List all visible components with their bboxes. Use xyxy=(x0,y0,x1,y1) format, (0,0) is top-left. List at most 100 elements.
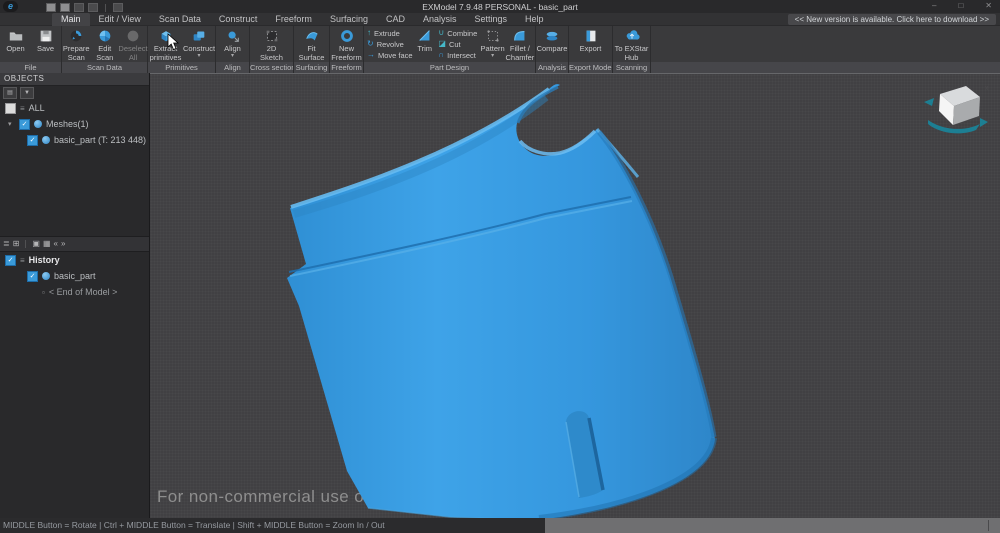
intersect-button[interactable]: ∩Intersect xyxy=(438,51,477,60)
edit-scan-button[interactable]: Edit Scan xyxy=(91,26,120,62)
fit-surface-button[interactable]: Fit Surface xyxy=(296,26,328,62)
menu-surfacing[interactable]: Surfacing xyxy=(321,13,377,26)
objects-filter-button[interactable]: ▼ xyxy=(20,87,34,99)
exstar-hub-button[interactable]: To EXStar Hub xyxy=(614,26,650,62)
checkbox[interactable]: ✓ xyxy=(27,135,38,146)
history-step-button-1[interactable]: ▣ xyxy=(32,239,40,249)
menu-settings[interactable]: Settings xyxy=(466,13,517,26)
menu-scan-data[interactable]: Scan Data xyxy=(150,13,210,26)
viewport-3d[interactable]: For non-commercial use only xyxy=(150,73,1000,518)
update-notification[interactable]: << New version is available. Click here … xyxy=(788,14,996,25)
button-label: Fit Surface xyxy=(299,45,325,62)
checkbox[interactable] xyxy=(5,103,16,114)
align-button[interactable]: Align ▾ xyxy=(217,26,249,62)
end-marker-icon: ▫ xyxy=(42,288,45,297)
tree-label: < End of Model > xyxy=(49,287,118,297)
tree-item-end-of-model[interactable]: ▫ < End of Model > xyxy=(0,284,149,300)
menu-main[interactable]: Main xyxy=(52,13,90,26)
button-label: New Freeform xyxy=(331,45,361,62)
mouse-cursor xyxy=(167,33,179,51)
menu-edit-view[interactable]: Edit / View xyxy=(90,13,150,26)
ribbon-group-surfacing: Fit Surface Surfacing xyxy=(294,26,330,73)
pattern-button[interactable]: Pattern ▾ xyxy=(481,26,505,62)
ribbon-group-part-design: ↑Extrude ↻Revolve →Move face Trim ∪Combi… xyxy=(364,26,536,73)
viewcube-left-arrow xyxy=(924,98,934,106)
ribbon-group-label: Cross sections xyxy=(250,62,293,73)
close-button[interactable]: ✕ xyxy=(985,1,992,10)
tree-label: Meshes(1) xyxy=(46,119,89,129)
resize-grip[interactable] xyxy=(988,520,989,531)
export-icon xyxy=(583,28,599,44)
ribbon: Open Save File Prepare Scan Edit Scan De… xyxy=(0,26,1000,73)
history-tree-button[interactable]: ⊞ xyxy=(13,239,20,249)
history-step-button-2[interactable]: ▦ xyxy=(43,239,51,249)
tree-item-history[interactable]: ✓ ≡ History xyxy=(0,252,149,268)
checkbox[interactable]: ✓ xyxy=(5,255,16,266)
objects-list-view-button[interactable]: ▤ xyxy=(3,87,17,99)
ribbon-group-export-model: Export Export Model xyxy=(569,26,613,73)
construct-icon xyxy=(191,28,207,44)
button-label: Trim xyxy=(417,45,432,54)
construct-button[interactable]: Construct ▾ xyxy=(183,26,215,62)
menu-help[interactable]: Help xyxy=(516,13,553,26)
tree-item-basic-part[interactable]: ✓ basic_part (T: 213 448) xyxy=(0,132,149,148)
part-3d-model[interactable] xyxy=(150,74,1000,519)
ribbon-filler xyxy=(651,26,1000,73)
revolve-button[interactable]: ↻Revolve xyxy=(367,40,411,49)
ribbon-group-scan-data: Prepare Scan Edit Scan Deselect All Scan… xyxy=(62,26,148,73)
prepare-scan-icon xyxy=(68,28,84,44)
ribbon-group-label: Scan Data xyxy=(62,62,147,73)
expander-icon[interactable]: ▾ xyxy=(8,120,15,128)
prepare-scan-button[interactable]: Prepare Scan xyxy=(62,26,91,62)
deselect-all-button[interactable]: Deselect All xyxy=(119,26,147,62)
menu-freeform[interactable]: Freeform xyxy=(266,13,321,26)
move-face-button[interactable]: →Move face xyxy=(367,51,411,60)
new-freeform-button[interactable]: New Freeform xyxy=(331,26,363,62)
mouse-hint-text: MIDDLE Button = Rotate | Ctrl + MIDDLE B… xyxy=(0,518,545,533)
ribbon-group-label: Scanning xyxy=(613,62,650,73)
intersect-icon: ∩ xyxy=(438,51,444,59)
exstar-hub-cloud-icon xyxy=(624,28,640,44)
tree-item-all[interactable]: ≡ ALL xyxy=(0,100,149,116)
tree-label: basic_part (T: 213 448) xyxy=(54,135,146,145)
maximize-button[interactable]: □ xyxy=(958,1,963,10)
button-label: Extrude xyxy=(374,29,400,38)
save-floppy-icon xyxy=(38,28,54,44)
button-label: Fillet / Chamfer xyxy=(505,45,534,62)
ribbon-group-label: Align xyxy=(216,62,249,73)
menu-cad[interactable]: CAD xyxy=(377,13,414,26)
checkbox[interactable]: ✓ xyxy=(19,119,30,130)
compare-button[interactable]: Compare xyxy=(536,26,568,62)
combine-button[interactable]: ∪Combine xyxy=(438,29,477,38)
export-button[interactable]: Export xyxy=(575,26,607,62)
chevron-down-icon: ▾ xyxy=(197,54,200,59)
tree-item-history-basic-part[interactable]: ✓ basic_part xyxy=(0,268,149,284)
minimize-button[interactable]: – xyxy=(932,1,936,10)
extrude-button[interactable]: ↑Extrude xyxy=(367,29,411,38)
fillet-chamfer-button[interactable]: Fillet / Chamfer xyxy=(505,26,535,62)
button-label: Revolve xyxy=(377,40,404,49)
2d-sketch-button[interactable]: 2D Sketch xyxy=(256,26,288,62)
mesh-icon xyxy=(42,136,50,144)
cut-button[interactable]: ◪Cut xyxy=(438,40,477,49)
menu-construct[interactable]: Construct xyxy=(210,13,267,26)
save-button[interactable]: Save xyxy=(31,26,61,62)
ribbon-group-scanning: To EXStar Hub Scanning xyxy=(613,26,651,73)
history-list-button[interactable]: ≣ xyxy=(3,239,10,249)
mesh-icon xyxy=(42,272,50,280)
view-cube[interactable]: x xyxy=(922,80,994,136)
button-label: Cut xyxy=(449,40,461,49)
button-label: Intersect xyxy=(447,51,476,60)
open-button[interactable]: Open xyxy=(1,26,31,62)
button-label: 2D Sketch xyxy=(260,45,283,62)
chevron-down-icon: ▾ xyxy=(491,54,494,59)
menu-analysis[interactable]: Analysis xyxy=(414,13,466,26)
tree-item-meshes[interactable]: ▾ ✓ Meshes(1) xyxy=(0,116,149,132)
button-label: To EXStar Hub xyxy=(615,45,649,62)
history-last-button[interactable]: » xyxy=(61,239,65,249)
trim-button[interactable]: Trim xyxy=(414,26,435,62)
checkbox[interactable]: ✓ xyxy=(27,271,38,282)
viewcube-right-arrow xyxy=(980,118,988,127)
history-first-button[interactable]: « xyxy=(54,239,58,249)
title-bar: e EXModel 7.9.48 PERSONAL - basic_part –… xyxy=(0,0,1000,13)
